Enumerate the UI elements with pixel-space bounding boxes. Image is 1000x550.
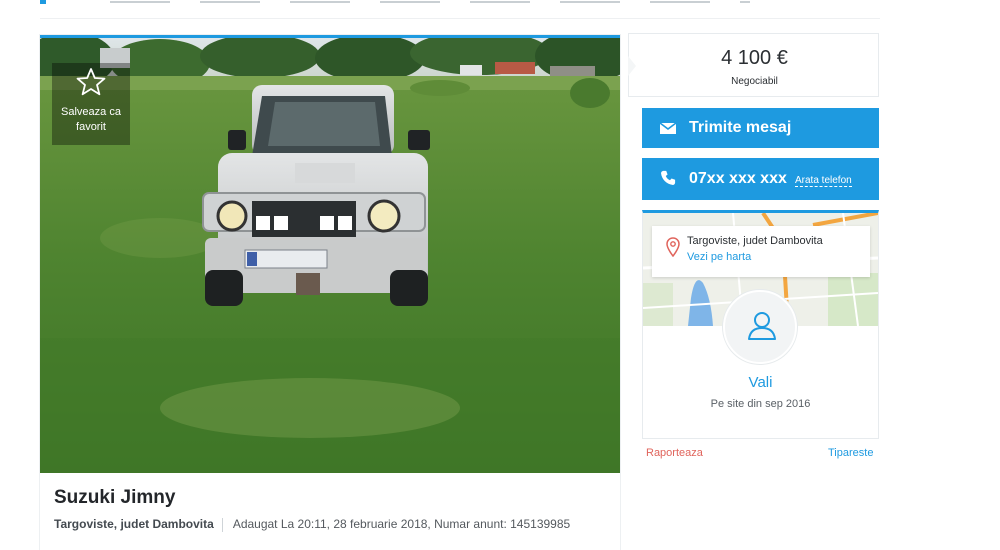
phone-button[interactable]: 07xx xxx xxx Arata telefon <box>642 158 879 200</box>
ad-card: Salveaza ca favorit Suzuki Jimny Targovi… <box>40 35 620 550</box>
ad-added-info: Adaugat La 20:11, 28 februarie 2018, Num… <box>232 517 571 531</box>
send-message-button[interactable]: Trimite mesaj <box>642 108 879 148</box>
meta-divider <box>221 517 223 532</box>
star-outline-icon <box>76 68 106 96</box>
divider <box>40 18 880 19</box>
show-phone-link[interactable]: Arata telefon <box>795 175 852 187</box>
price-value: 4 100 € <box>721 47 788 69</box>
ad-location: Targoviste, judet Dambovita <box>54 517 214 531</box>
avatar[interactable] <box>723 290 797 364</box>
price-negotiable-note: Negociabil <box>731 76 778 87</box>
view-on-map-link[interactable]: Vezi pe harta <box>687 251 751 263</box>
report-link[interactable]: Raporteaza <box>646 447 703 459</box>
price-box: 4 100 € Negociabil <box>628 33 879 97</box>
ad-page: Salveaza ca favorit Suzuki Jimny Targovi… <box>0 0 1000 550</box>
seller-location-box: Targoviste, judet Dambovita Vezi pe hart… <box>652 226 870 277</box>
save-favorite-button[interactable]: Salveaza ca favorit <box>52 63 130 145</box>
map-pin-icon <box>666 237 680 257</box>
send-message-label: Trimite mesaj <box>689 119 792 136</box>
seller-card: Targoviste, judet Dambovita Vezi pe hart… <box>642 210 879 439</box>
print-link[interactable]: Tipareste <box>828 447 873 459</box>
phone-icon <box>661 170 676 185</box>
user-icon <box>748 312 776 340</box>
seller-city: Targoviste, judet Dambovita <box>687 235 823 247</box>
ad-meta: Targoviste, judet Dambovita Adaugat La 20… <box>54 517 570 532</box>
envelope-icon <box>659 122 677 134</box>
breadcrumb-strip <box>40 0 880 4</box>
ad-title: Suzuki Jimny <box>54 487 176 508</box>
seller-member-since: Pe site din sep 2016 <box>710 398 811 410</box>
seller-name-link[interactable]: Vali <box>643 374 878 391</box>
favorite-label: Salveaza ca favorit <box>61 106 121 133</box>
phone-number: 07xx xxx xxx <box>689 170 787 187</box>
